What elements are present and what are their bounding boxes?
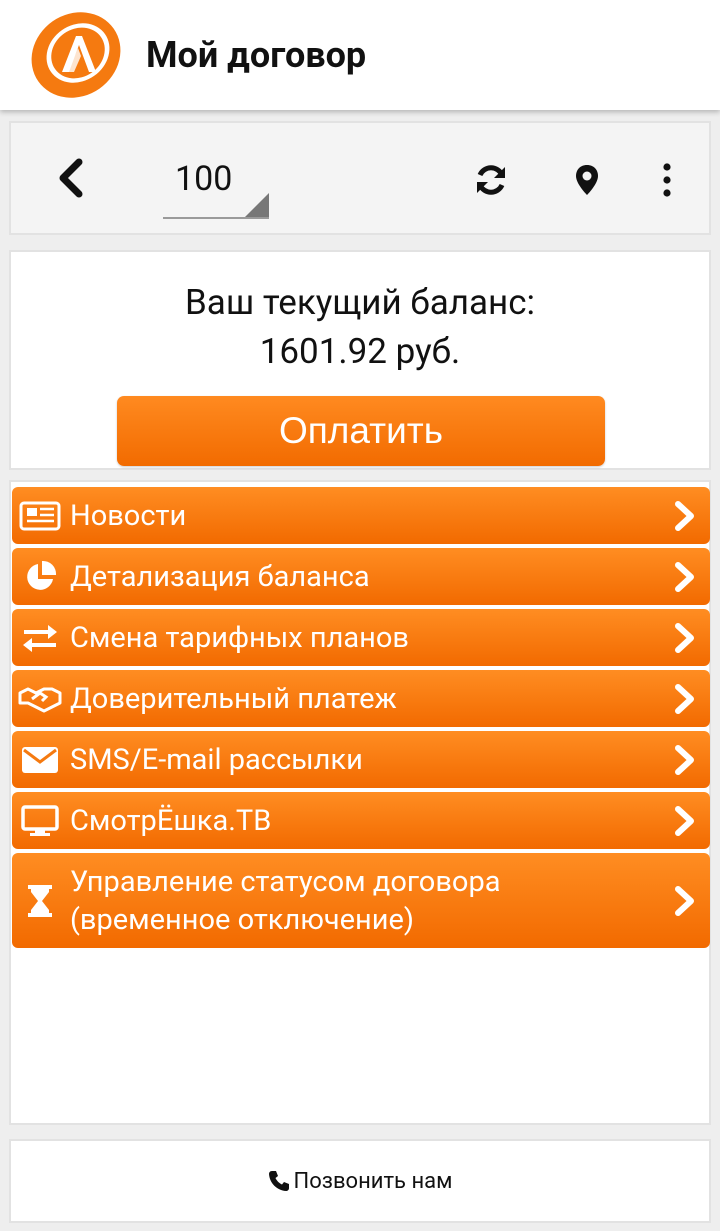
dropdown-triangle-icon xyxy=(245,193,269,217)
phone-icon xyxy=(268,1171,289,1191)
exchange-icon xyxy=(18,621,62,655)
chevron-right-icon xyxy=(675,622,694,653)
menu-item-label-secondary: (временное отключение) xyxy=(70,903,414,937)
hourglass-icon xyxy=(18,884,62,918)
menu-item-label: Новости xyxy=(70,498,187,533)
menu-item-news[interactable]: Новости xyxy=(12,487,710,544)
menu-item-label: СмотрЁшка.ТВ xyxy=(70,803,272,838)
contract-toolbar: 100 xyxy=(9,121,711,235)
more-options-button[interactable] xyxy=(647,155,687,205)
contract-select-value: 100 xyxy=(175,159,233,199)
monitor-icon xyxy=(18,804,62,838)
footer: Позвонить нам xyxy=(9,1139,711,1223)
back-button[interactable] xyxy=(47,155,93,201)
handshake-icon xyxy=(18,682,62,716)
balance-panel: Ваш текущий баланс: 1601.92 руб. Оплатит… xyxy=(9,250,711,470)
newspaper-icon xyxy=(18,499,62,533)
menu-item-label: Смена тарифных планов xyxy=(70,620,409,655)
more-vert-icon xyxy=(663,163,671,197)
menu-item-tariff-change[interactable]: Смена тарифных планов xyxy=(12,609,710,666)
call-us-label: Позвонить нам xyxy=(293,1168,453,1194)
chevron-right-icon xyxy=(675,744,694,775)
envelope-icon xyxy=(18,743,62,777)
chevron-right-icon xyxy=(675,683,694,714)
menu-item-label: Управление статусом договора xyxy=(70,865,501,899)
page-title: Мой договор xyxy=(146,34,367,76)
location-button[interactable] xyxy=(564,155,610,205)
menu-item-balance-details[interactable]: Детализация баланса xyxy=(12,548,710,605)
balance-value: 1601.92 руб. xyxy=(259,331,461,372)
chevron-right-icon xyxy=(675,500,694,531)
menu-item-label: Доверительный платеж xyxy=(70,681,397,716)
menu-panel: Новости Детализация баланса Смена тарифн… xyxy=(9,480,711,1125)
menu-item-sms-email[interactable]: SMS/E-mail рассылки xyxy=(12,731,710,788)
location-pin-icon xyxy=(576,165,598,195)
pie-chart-icon xyxy=(18,560,62,594)
refresh-button[interactable] xyxy=(466,155,516,205)
menu-item-smotreshka-tv[interactable]: СмотрЁшка.ТВ xyxy=(12,792,710,849)
menu-item-trust-payment[interactable]: Доверительный платеж xyxy=(12,670,710,727)
chevron-left-icon xyxy=(59,158,83,198)
call-us-button[interactable]: Позвонить нам xyxy=(268,1168,453,1194)
menu-item-label: SMS/E-mail рассылки xyxy=(70,742,363,777)
app-bar: Мой договор xyxy=(0,0,720,110)
company-logo-icon xyxy=(31,12,121,98)
refresh-icon xyxy=(477,165,505,195)
pay-button[interactable]: Оплатить xyxy=(117,396,605,466)
contract-select[interactable]: 100 xyxy=(163,151,269,219)
chevron-right-icon xyxy=(675,885,694,916)
balance-label: Ваш текущий баланс: xyxy=(184,282,536,323)
menu-item-contract-status[interactable]: Управление статусом договора (временное … xyxy=(12,853,710,948)
chevron-right-icon xyxy=(675,561,694,592)
chevron-right-icon xyxy=(675,805,694,836)
menu-item-label: Детализация баланса xyxy=(70,559,370,594)
